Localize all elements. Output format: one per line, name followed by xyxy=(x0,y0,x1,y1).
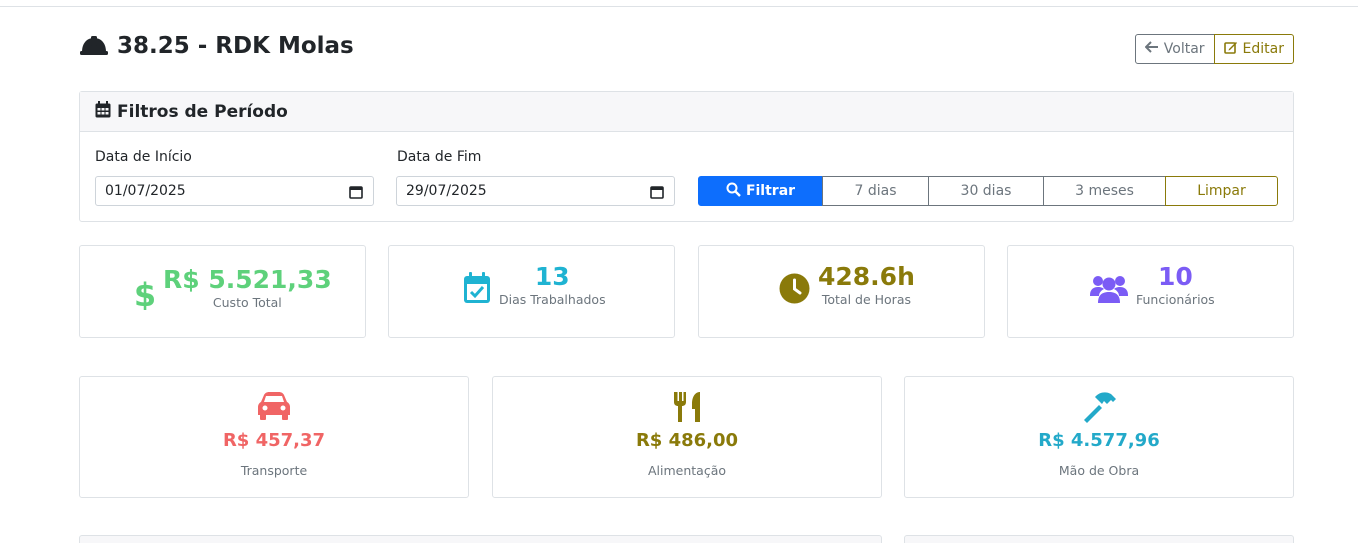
stat-card-employees: 10 Funcionários xyxy=(1007,245,1294,338)
filter-card-title: Filtros de Período xyxy=(117,101,288,122)
stat-card-content: 13 Dias Trabalhados xyxy=(463,262,606,308)
hammer-icon xyxy=(905,391,1293,423)
start-date-input[interactable]: 01/07/2025 xyxy=(95,176,374,206)
calendar-picker-icon[interactable] xyxy=(650,185,664,203)
preset-7-days-button[interactable]: 7 dias xyxy=(822,176,929,206)
category-value: R$ 457,37 xyxy=(222,430,326,451)
stat-text: 13 Dias Trabalhados xyxy=(499,262,606,308)
clear-filter-button[interactable]: Limpar xyxy=(1165,176,1278,206)
stat-card-content: 428.6h Total de Horas xyxy=(779,262,915,308)
period-button-group: Filtrar 7 dias 30 dias 3 meses Limpar xyxy=(698,176,1278,206)
category-card-labor: R$ 4.577,96 Mão de Obra xyxy=(904,376,1294,498)
filter-button-label: Filtrar xyxy=(745,183,796,199)
stat-card-days-worked: 13 Dias Trabalhados xyxy=(388,245,675,338)
dollar-icon: $ xyxy=(134,276,156,314)
category-label: Transporte xyxy=(240,463,308,478)
stat-text: R$ 5.521,33 Custo Total xyxy=(163,265,332,311)
edit-icon xyxy=(1223,40,1238,58)
category-label: Mão de Obra xyxy=(1058,463,1140,478)
category-label: Alimentação xyxy=(647,463,727,478)
stat-value: 428.6h xyxy=(818,262,915,291)
end-date-input[interactable]: 29/07/2025 xyxy=(396,176,675,206)
users-icon xyxy=(1090,273,1128,307)
stat-value: 10 xyxy=(1157,262,1193,291)
stat-label: Funcionários xyxy=(1136,292,1215,307)
stat-card-content: $ R$ 5.521,33 Custo Total xyxy=(134,262,332,314)
top-divider xyxy=(0,6,1358,7)
edit-button-label: Editar xyxy=(1242,41,1284,57)
back-button-label: Voltar xyxy=(1163,41,1205,57)
clock-icon xyxy=(779,273,810,308)
preset-30-days-button[interactable]: 30 dias xyxy=(928,176,1044,206)
start-date-value: 01/07/2025 xyxy=(105,183,186,199)
page-title-text: 38.25 - RDK Molas xyxy=(117,33,354,59)
stat-text: 428.6h Total de Horas xyxy=(818,262,915,308)
stat-label: Total de Horas xyxy=(821,292,911,307)
start-date-label: Data de Início xyxy=(95,149,192,165)
stat-card-content: 10 Funcionários xyxy=(1090,262,1215,308)
stat-label: Custo Total xyxy=(212,295,282,310)
bottom-card-right xyxy=(904,535,1294,543)
filter-card-header: Filtros de Período xyxy=(80,92,1293,132)
stat-text: 10 Funcionários xyxy=(1136,262,1215,308)
category-value: R$ 486,00 xyxy=(635,430,739,451)
calendar-icon xyxy=(95,100,111,123)
filter-button[interactable]: Filtrar xyxy=(698,176,823,206)
arrow-left-icon xyxy=(1144,41,1159,57)
stat-card-total-cost: $ R$ 5.521,33 Custo Total xyxy=(79,245,366,338)
end-date-label: Data de Fim xyxy=(397,149,482,165)
hard-hat-icon xyxy=(79,34,109,58)
stat-label: Dias Trabalhados xyxy=(499,292,606,307)
bottom-card-left xyxy=(79,535,882,543)
end-date-value: 29/07/2025 xyxy=(406,183,487,199)
preset-3-months-button[interactable]: 3 meses xyxy=(1043,176,1166,206)
period-filter-card: Filtros de Período Data de Início 01/07/… xyxy=(79,91,1294,222)
category-card-transport: R$ 457,37 Transporte xyxy=(79,376,469,498)
calendar-picker-icon[interactable] xyxy=(349,185,363,203)
svg-text:$: $ xyxy=(135,276,155,310)
calendar-check-icon xyxy=(463,272,491,308)
car-icon xyxy=(80,391,468,421)
stat-value: 13 xyxy=(534,262,570,291)
back-button[interactable]: Voltar xyxy=(1134,34,1215,64)
utensils-icon xyxy=(493,391,881,423)
category-value: R$ 4.577,96 xyxy=(1038,430,1160,451)
stat-card-total-hours: 428.6h Total de Horas xyxy=(698,245,985,338)
header-actions: Voltar Editar xyxy=(1134,34,1294,64)
page-title: 38.25 - RDK Molas xyxy=(79,30,354,62)
search-icon xyxy=(726,182,741,201)
category-card-food: R$ 486,00 Alimentação xyxy=(492,376,882,498)
stat-value: R$ 5.521,33 xyxy=(163,265,332,294)
page-header: 38.25 - RDK Molas Voltar Editar xyxy=(79,30,1294,66)
edit-button[interactable]: Editar xyxy=(1213,34,1294,64)
